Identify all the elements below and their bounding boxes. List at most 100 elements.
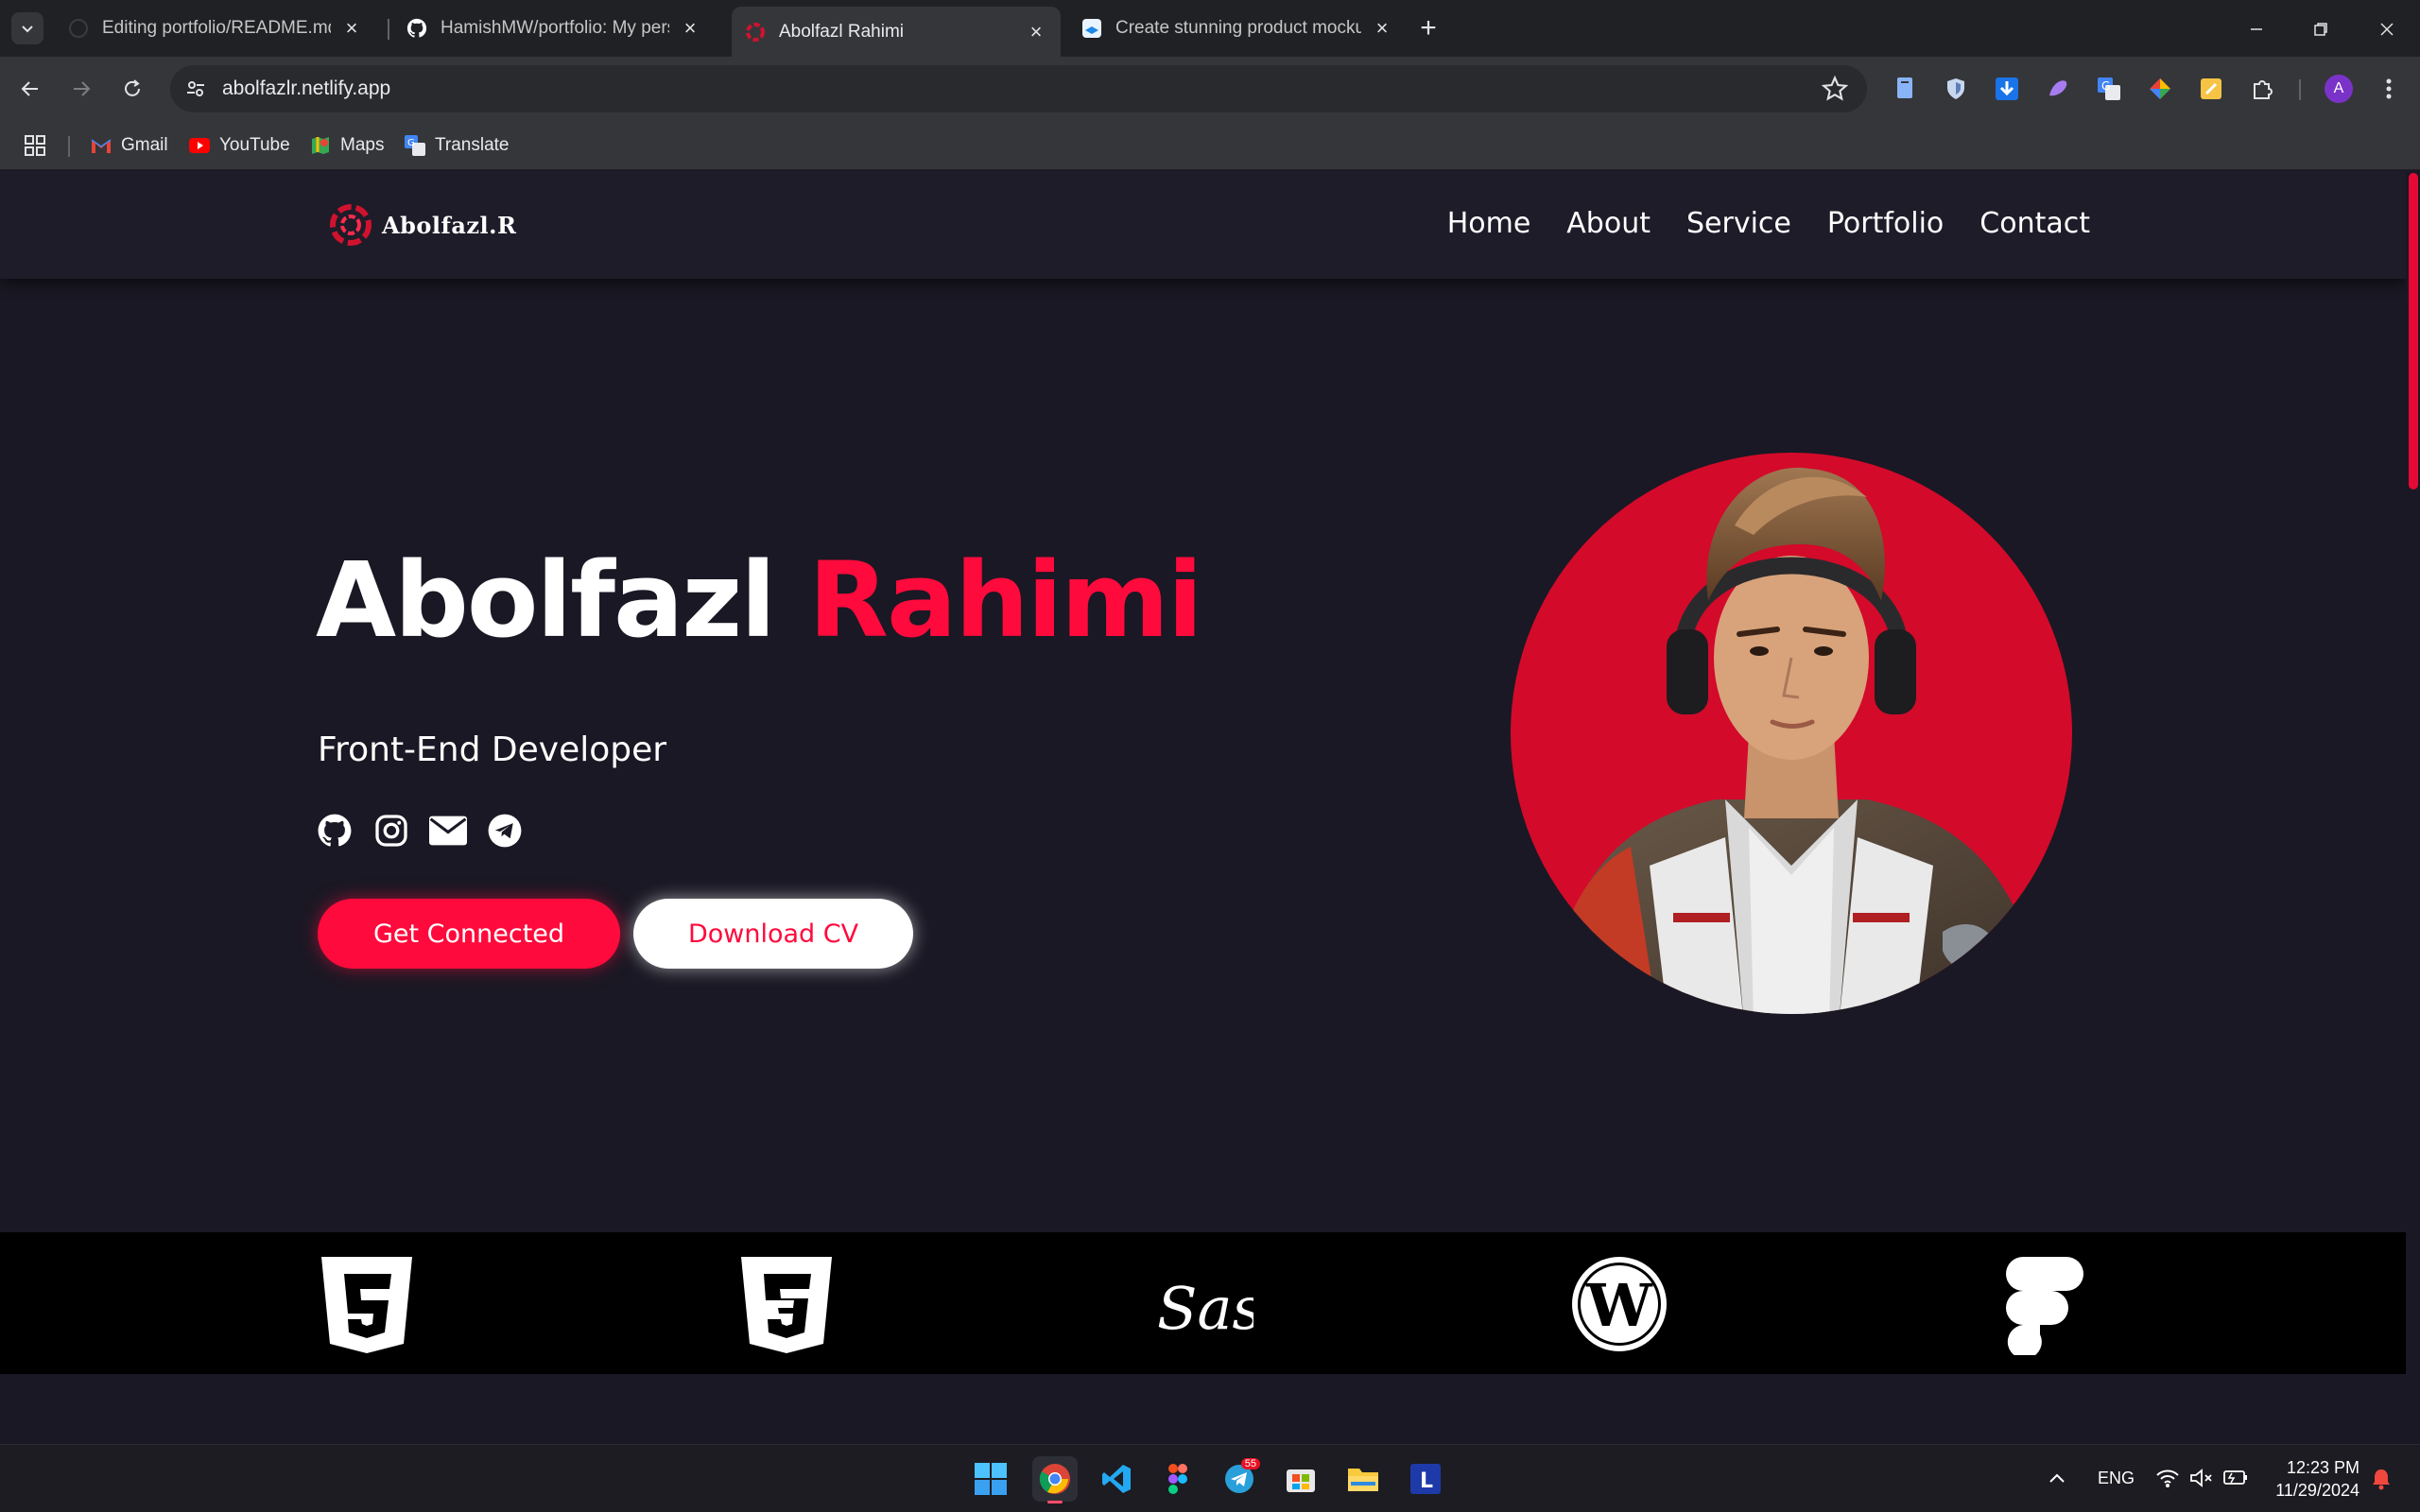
svg-text:W: W [1585,1271,1653,1340]
minimize-button[interactable] [2240,13,2273,45]
language-indicator[interactable]: ENG [2098,1469,2135,1488]
maps-icon [310,135,331,156]
close-icon[interactable]: × [1025,20,1047,43]
tab-readme[interactable]: Editing portfolio/README.md a × [55,7,376,50]
address-bar[interactable]: abolfazlr.netlify.app [170,65,1867,112]
new-tab-button[interactable]: + [1412,12,1444,44]
chevron-up-icon[interactable] [2048,1471,2066,1485]
bookmark-star-icon[interactable] [1822,76,1848,102]
back-button[interactable] [13,72,47,106]
telegram-icon[interactable]: 55 [1217,1456,1262,1502]
url-text: abolfazlr.netlify.app [222,77,391,99]
browser-toolbar: abolfazlr.netlify.app G A [0,57,2420,121]
close-icon[interactable]: × [340,16,363,40]
sass-icon: Sass [1151,1253,1253,1355]
instagram-icon[interactable] [372,812,410,850]
site-logo-icon [745,22,766,43]
site-logo[interactable]: Abolfazl.R [329,203,516,247]
extension-notes-icon[interactable] [2197,75,2225,103]
vscode-icon[interactable] [1094,1456,1139,1502]
reload-button[interactable] [115,72,149,106]
mockup-icon [1081,18,1102,39]
svg-text:G: G [407,138,415,148]
clock-date: 11/29/2024 [2275,1481,2360,1500]
tab-portfolio-repo[interactable]: HamishMW/portfolio: My perso × [393,7,715,50]
profile-portrait [1511,453,2072,1014]
figma-icon[interactable] [1155,1456,1201,1502]
nav-service[interactable]: Service [1686,207,1791,240]
file-explorer-icon[interactable] [1340,1456,1386,1502]
site-info-icon [187,81,204,96]
restore-button[interactable] [2305,13,2337,45]
windows-start-icon[interactable] [968,1456,1013,1502]
svg-text:L: L [1420,1469,1433,1493]
translate-icon: G [405,135,425,156]
bookmark-maps[interactable]: Maps [310,132,384,159]
main-nav: Home About Service Portfolio Contact [1447,207,2090,240]
tab-divider [388,19,389,40]
system-clock[interactable]: 12:23 PM 11/29/2024 [2275,1456,2360,1502]
extension-color-picker-icon[interactable] [2146,75,2174,103]
store-icon[interactable] [1278,1456,1323,1502]
profile-avatar[interactable]: A [2325,75,2353,103]
close-icon[interactable]: × [1371,16,1393,40]
tab-mockup[interactable]: Create stunning product mocku × [1068,7,1407,50]
close-window-button[interactable] [2371,13,2403,45]
bookmark-label: Translate [435,135,510,155]
extension-translate-icon[interactable]: G [2095,75,2123,103]
bookmark-gmail[interactable]: Gmail [91,132,168,159]
svg-text:G: G [2101,79,2110,93]
nav-about[interactable]: About [1566,207,1651,240]
tab-title: Create stunning product mocku [1115,18,1361,38]
mail-icon[interactable] [429,812,467,850]
bookmark-translate[interactable]: G Translate [405,132,510,159]
nav-contact[interactable]: Contact [1979,207,2090,240]
forward-button[interactable] [64,72,98,106]
menu-kebab-icon[interactable] [2375,75,2403,103]
wifi-icon[interactable] [2155,1468,2180,1488]
github-icon [406,18,427,39]
clock-time: 12:23 PM [2286,1458,2360,1477]
telegram-icon[interactable] [486,812,524,850]
css3-icon [735,1253,838,1355]
active-indicator [1047,1501,1063,1503]
extension-docs-icon[interactable] [1891,75,1919,103]
close-icon[interactable]: × [679,16,701,40]
get-connected-button[interactable]: Get Connected [318,899,620,969]
hero-last-name: Rahimi [808,540,1202,661]
tab-strip: Editing portfolio/README.md a × HamishMW… [0,0,2420,57]
speaker-muted-icon[interactable] [2189,1468,2214,1488]
extension-brush-icon[interactable] [2044,75,2072,103]
app-l-icon[interactable]: L [1403,1456,1448,1502]
bookmark-label: Maps [340,135,385,155]
extensions-puzzle-icon[interactable] [2248,75,2276,103]
html5-icon [316,1253,418,1355]
arrow-right-icon [74,81,91,96]
hero-name: Abolfazl Rahimi [316,540,1203,661]
nav-portfolio[interactable]: Portfolio [1827,207,1944,240]
toolbar-divider [2299,79,2301,100]
tab-search-button[interactable] [11,12,43,44]
arrow-left-icon [21,81,38,96]
nav-home[interactable]: Home [1447,207,1531,240]
webpage: Abolfazl.R Home About Service Portfolio … [0,171,2406,1444]
tab-abolfazl-rahimi[interactable]: Abolfazl Rahimi × [732,7,1061,57]
wordpress-icon: W [1568,1253,1670,1355]
spiral-logo-icon [330,204,372,246]
apps-grid-icon[interactable] [25,132,45,159]
tab-title: Editing portfolio/README.md a [102,18,331,38]
extension-download-icon[interactable] [1993,75,2021,103]
bookmark-youtube[interactable]: YouTube [189,132,290,159]
bookmarks-bar: Gmail YouTube Maps G Translate [0,121,2420,170]
social-links [316,812,524,850]
extension-shield-icon[interactable] [1942,75,1970,103]
logo-text: Abolfazl.R [382,211,517,239]
notification-bell-icon[interactable] [2371,1468,2392,1490]
hero-first-name: Abolfazl [316,540,776,661]
battery-icon[interactable] [2223,1469,2248,1487]
windows-taskbar: 55 L ENG 12:23 PM 11/29/2024 [0,1444,2420,1512]
scrollbar-thumb[interactable] [2409,173,2418,490]
download-cv-button[interactable]: Download CV [633,899,913,969]
github-icon[interactable] [316,812,354,850]
chrome-icon[interactable] [1032,1456,1078,1503]
